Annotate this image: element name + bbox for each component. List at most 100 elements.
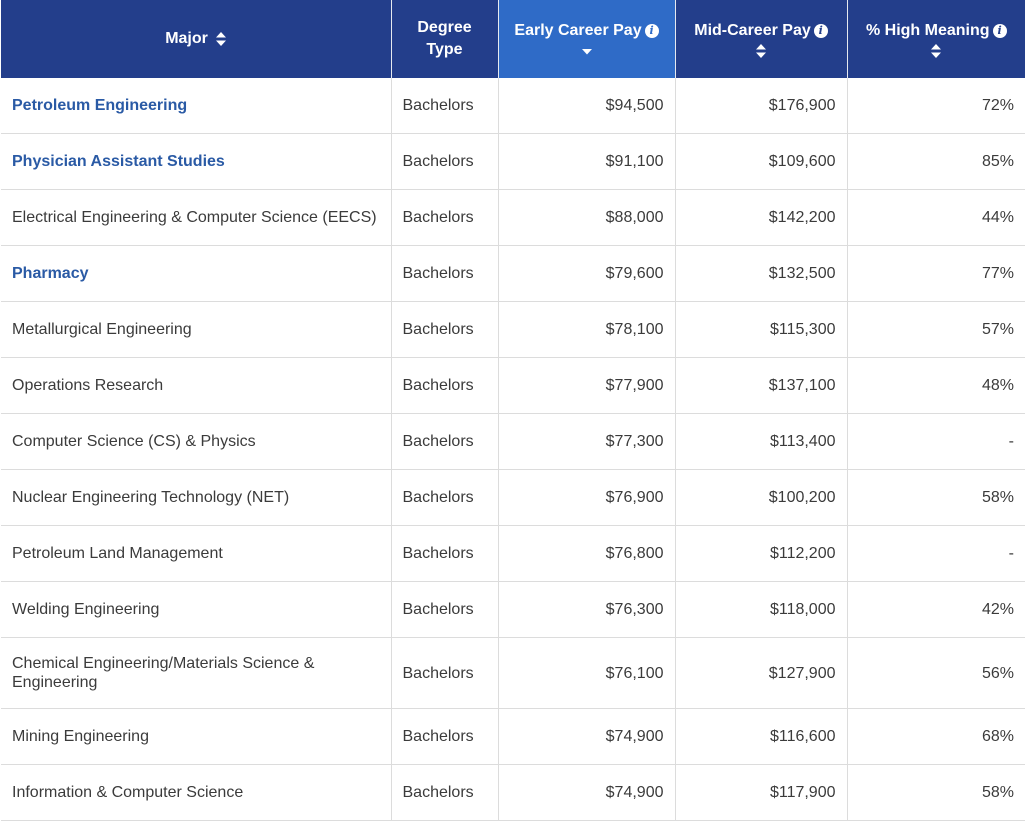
major-name: Computer Science (CS) & Physics <box>12 433 256 450</box>
cell-major: Computer Science (CS) & Physics <box>1 413 392 470</box>
cell-major: Information & Computer Science <box>1 764 392 821</box>
cell-mid-career-pay: $115,300 <box>675 301 848 358</box>
cell-degree-type: Bachelors <box>391 189 499 246</box>
cell-high-meaning: 58% <box>847 469 1025 526</box>
cell-mid-career-pay: $142,200 <box>675 189 848 246</box>
cell-mid-career-pay: $127,900 <box>675 637 848 709</box>
table-row: Petroleum Engineering Bachelors $94,500 $17… <box>1 78 1025 134</box>
major-name: Operations Research <box>12 377 164 394</box>
cell-early-career-pay: $76,900 <box>498 469 676 526</box>
info-icon[interactable]: i <box>813 24 828 38</box>
table-row: Mining Engineering Bachelors $74,900 $116,6… <box>1 708 1025 765</box>
column-header-degree-label-line2: Type <box>426 41 463 58</box>
cell-mid-career-pay: $176,900 <box>675 78 848 134</box>
cell-mid-career-pay: $109,600 <box>675 133 848 190</box>
column-header-degree-type[interactable]: Degree Type <box>391 0 499 78</box>
major-name: Welding Engineering <box>12 601 160 618</box>
cell-mid-career-pay: $116,600 <box>675 708 848 765</box>
cell-major: Electrical Engineering & Computer Scienc… <box>1 189 392 246</box>
cell-high-meaning: 56% <box>847 637 1025 709</box>
cell-high-meaning: 68% <box>847 708 1025 765</box>
salary-table: Major Degree Type Early Career Pay i Mid-… <box>1 0 1025 821</box>
cell-high-meaning: 44% <box>847 189 1025 246</box>
cell-early-career-pay: $76,800 <box>498 525 676 582</box>
cell-degree-type: Bachelors <box>391 78 499 134</box>
table-row: Computer Science (CS) & Physics Bachelors… <box>1 413 1025 470</box>
cell-mid-career-pay: $100,200 <box>675 469 848 526</box>
major-name: Information & Computer Science <box>12 784 244 801</box>
cell-degree-type: Bachelors <box>391 764 499 821</box>
table-row: Nuclear Engineering Technology (NET) Bach… <box>1 469 1025 526</box>
sort-both-icon <box>756 44 766 58</box>
cell-high-meaning: 85% <box>847 133 1025 190</box>
cell-major: Metallurgical Engineering <box>1 301 392 358</box>
cell-degree-type: Bachelors <box>391 469 499 526</box>
cell-major: Petroleum Land Management <box>1 525 392 582</box>
table-row: Welding Engineering Bachelors $76,300 $118,… <box>1 581 1025 638</box>
column-header-major[interactable]: Major <box>1 0 392 78</box>
cell-degree-type: Bachelors <box>391 708 499 765</box>
cell-major: Nuclear Engineering Technology (NET) <box>1 469 392 526</box>
major-name: Electrical Engineering & Computer Scienc… <box>12 209 377 226</box>
table-row: Metallurgical Engineering Bachelors $78,10… <box>1 301 1025 358</box>
table-header: Major Degree Type Early Career Pay i Mid-… <box>1 0 1025 78</box>
table-body: Petroleum Engineering Bachelors $94,500 $17… <box>1 78 1025 821</box>
major-link[interactable]: Pharmacy <box>12 265 89 282</box>
column-header-degree-label-line1: Degree <box>417 19 472 36</box>
table-row: Information & Computer Science Bachelors $… <box>1 764 1025 821</box>
cell-degree-type: Bachelors <box>391 301 499 358</box>
info-icon[interactable]: i <box>644 24 659 38</box>
major-link[interactable]: Physician Assistant Studies <box>12 153 225 170</box>
cell-early-career-pay: $94,500 <box>498 78 676 134</box>
cell-degree-type: Bachelors <box>391 581 499 638</box>
major-name: Petroleum Land Management <box>12 545 223 562</box>
cell-mid-career-pay: $113,400 <box>675 413 848 470</box>
cell-early-career-pay: $91,100 <box>498 133 676 190</box>
table-row: Physician Assistant Studies Bachelors $91,… <box>1 133 1025 190</box>
cell-mid-career-pay: $118,000 <box>675 581 848 638</box>
cell-degree-type: Bachelors <box>391 413 499 470</box>
cell-high-meaning: - <box>847 413 1025 470</box>
cell-mid-career-pay: $137,100 <box>675 357 848 414</box>
cell-mid-career-pay: $132,500 <box>675 245 848 302</box>
info-icon[interactable]: i <box>992 24 1007 38</box>
cell-major[interactable]: Pharmacy <box>1 245 392 302</box>
column-header-early-career-pay[interactable]: Early Career Pay i <box>498 0 676 78</box>
column-header-mid-label: Mid-Career Pay <box>694 22 811 39</box>
cell-major: Mining Engineering <box>1 708 392 765</box>
table-row: Pharmacy Bachelors $79,600 $132,500 77% <box>1 245 1025 302</box>
table-row: Electrical Engineering & Computer Scienc… <box>1 189 1025 246</box>
major-name: Chemical Engineering/Materials Science &… <box>12 655 315 691</box>
major-name: Metallurgical Engineering <box>12 321 192 338</box>
cell-early-career-pay: $77,300 <box>498 413 676 470</box>
cell-early-career-pay: $79,600 <box>498 245 676 302</box>
cell-high-meaning: 58% <box>847 764 1025 821</box>
major-name: Mining Engineering <box>12 728 149 745</box>
sort-both-icon <box>216 31 227 46</box>
cell-high-meaning: - <box>847 525 1025 582</box>
table-row: Petroleum Land Management Bachelors $76,80… <box>1 525 1025 582</box>
column-header-high-meaning[interactable]: % High Meaning i <box>847 0 1025 78</box>
cell-degree-type: Bachelors <box>391 245 499 302</box>
column-header-mid-career-pay[interactable]: Mid-Career Pay i <box>675 0 848 78</box>
column-header-meaning-label: % High Meaning <box>865 22 990 39</box>
sort-both-icon <box>931 44 942 58</box>
cell-high-meaning: 42% <box>847 581 1025 638</box>
major-link[interactable]: Petroleum Engineering <box>12 97 187 114</box>
cell-major[interactable]: Physician Assistant Studies <box>1 133 392 190</box>
cell-early-career-pay: $76,300 <box>498 581 676 638</box>
cell-high-meaning: 72% <box>847 78 1025 134</box>
cell-major: Welding Engineering <box>1 581 392 638</box>
cell-major: Operations Research <box>1 357 392 414</box>
cell-early-career-pay: $76,100 <box>498 637 676 709</box>
cell-early-career-pay: $74,900 <box>498 708 676 765</box>
sort-descending-icon <box>581 49 592 55</box>
cell-high-meaning: 77% <box>847 245 1025 302</box>
table-row: Chemical Engineering/Materials Science &… <box>1 637 1025 709</box>
cell-degree-type: Bachelors <box>391 637 499 709</box>
cell-major: Chemical Engineering/Materials Science &… <box>1 637 392 709</box>
column-header-major-label: Major <box>165 30 208 47</box>
cell-major[interactable]: Petroleum Engineering <box>1 78 392 134</box>
major-name: Nuclear Engineering Technology (NET) <box>12 489 290 506</box>
cell-early-career-pay: $74,900 <box>498 764 676 821</box>
